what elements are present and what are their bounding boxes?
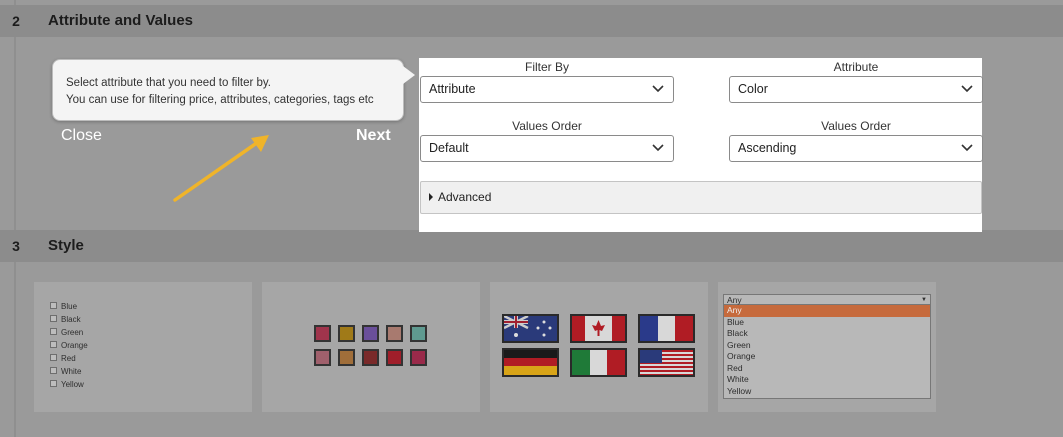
values-order-value-right: Ascending (738, 141, 797, 155)
color-swatch (410, 325, 427, 342)
checkbox-item: White (50, 365, 252, 378)
style-select-preview: Any ▼ Any Blue Black Green Orange Red Whi… (723, 294, 931, 399)
checkbox-item-label: White (61, 367, 82, 376)
caret-right-icon (429, 192, 433, 201)
filter-settings-panel: Filter By Attribute Attribute Color Valu… (419, 58, 983, 232)
checkbox-item: Orange (50, 339, 252, 352)
attribute-field: Attribute Color (729, 59, 983, 103)
pointer-arrow-icon (173, 135, 269, 202)
checkbox-item-label: Green (61, 328, 84, 337)
filter-by-value: Attribute (429, 82, 476, 96)
select-option: Orange (727, 351, 756, 361)
checkbox-item-label: Black (61, 315, 81, 324)
flag-italy-icon (570, 348, 627, 377)
checkbox-item-label: Yellow (61, 380, 84, 389)
select-option: Any (724, 305, 930, 317)
flag-france-icon (638, 314, 695, 343)
flag-australia-icon (502, 314, 559, 343)
color-swatch (386, 349, 403, 366)
checkbox-item-label: Red (61, 354, 76, 363)
tooltip-close-button[interactable]: Close (61, 127, 102, 145)
flag-usa-icon (638, 348, 695, 377)
select-option: Red (727, 362, 743, 373)
color-swatch (314, 349, 331, 366)
color-swatch (386, 325, 403, 342)
filter-by-field: Filter By Attribute (420, 59, 674, 103)
chevron-down-icon (961, 144, 973, 152)
checkbox-item: Green (50, 326, 252, 339)
filter-by-select[interactable]: Attribute (420, 76, 674, 103)
style-option-image-flags[interactable] (490, 282, 708, 412)
color-swatch (410, 349, 427, 366)
checkbox-icon (50, 354, 57, 362)
step-2-header[interactable]: 2 Attribute and Values (0, 5, 1063, 37)
select-option: White (727, 374, 749, 384)
values-order-select-left[interactable]: Default (420, 135, 674, 162)
select-option: Black (727, 328, 748, 338)
advanced-label: Advanced (438, 190, 492, 204)
select-option: Green (727, 339, 751, 350)
values-order-value-left: Default (429, 141, 469, 155)
color-swatch (338, 325, 355, 342)
checkbox-item: Black (50, 313, 252, 326)
values-order-field-right: Values Order Ascending (729, 118, 983, 162)
color-swatch (362, 325, 379, 342)
checkbox-icon (50, 367, 57, 375)
attribute-label: Attribute (833, 60, 879, 74)
step-3-number: 3 (0, 230, 32, 262)
tooltip-next-button[interactable]: Next (356, 127, 391, 145)
step-3-header[interactable]: 3 Style (0, 230, 1063, 262)
tooltip-line-2: You can use for filtering price, attribu… (66, 94, 374, 106)
dropdown-arrow-icon: ▼ (921, 297, 927, 303)
guide-tooltip: Select attribute that you need to filter… (52, 59, 415, 121)
flag-germany-icon (502, 348, 559, 377)
checkbox-item-label: Blue (61, 302, 78, 311)
chevron-down-icon (652, 85, 664, 93)
select-current-value: Any (727, 295, 742, 305)
checkbox-icon (50, 380, 57, 388)
flag-canada-icon (570, 314, 627, 343)
checkbox-item: Blue (50, 300, 252, 313)
checkbox-item: Yellow (50, 378, 252, 391)
advanced-toggle[interactable]: Advanced (420, 181, 982, 214)
style-option-color-swatches[interactable] (262, 282, 480, 412)
step-connector-line (14, 0, 16, 437)
step-3-title: Style (48, 237, 84, 254)
checkbox-icon (50, 328, 57, 336)
filter-by-label: Filter By (524, 60, 569, 74)
checkbox-icon (50, 315, 57, 323)
color-swatch (314, 325, 331, 342)
step-2-number: 2 (12, 13, 20, 29)
chevron-down-icon (961, 85, 973, 93)
attribute-select[interactable]: Color (729, 76, 983, 103)
checkbox-icon (50, 302, 57, 310)
select-option: Blue (727, 316, 745, 327)
select-preview-current: Any ▼ (724, 295, 930, 305)
select-option: Yellow (727, 385, 752, 396)
checkbox-item-label: Orange (61, 341, 88, 350)
values-order-field-left: Values Order Default (420, 118, 674, 162)
values-order-label-right: Values Order (821, 119, 891, 133)
values-order-select-right[interactable]: Ascending (729, 135, 983, 162)
style-option-checkbox[interactable]: Blue Black Green Orange Red White Yellow (34, 282, 252, 412)
checkbox-icon (50, 341, 57, 349)
step-2-title: Attribute and Values (48, 12, 194, 29)
chevron-down-icon (652, 144, 664, 152)
tooltip-line-1: Select attribute that you need to filter… (66, 77, 271, 89)
attribute-value: Color (738, 82, 768, 96)
color-swatch (362, 349, 379, 366)
values-order-label-left: Values Order (512, 119, 582, 133)
color-swatch (338, 349, 355, 366)
checkbox-item: Red (50, 352, 252, 365)
